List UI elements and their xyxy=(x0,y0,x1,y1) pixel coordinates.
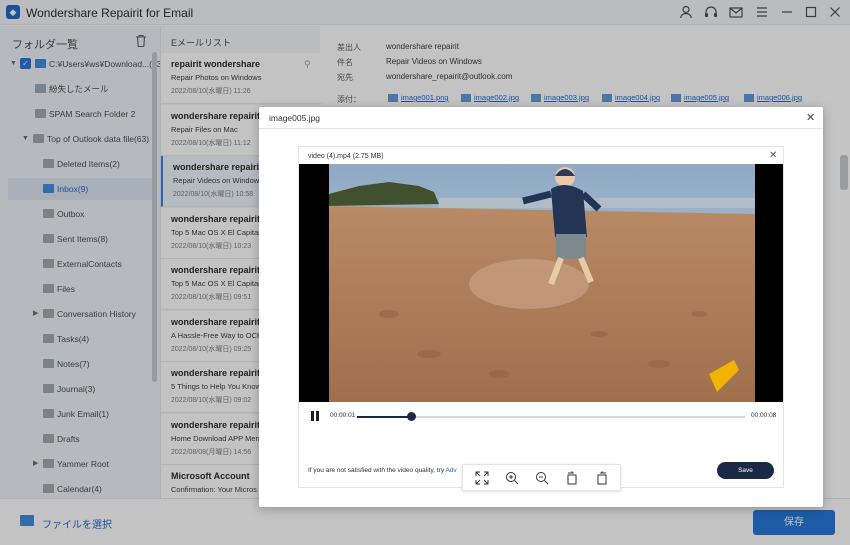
advanced-repair-link[interactable]: Adv xyxy=(446,467,457,474)
quality-text: If you are not satisfied with the video … xyxy=(308,467,445,474)
zoom-out-icon[interactable] xyxy=(535,471,549,485)
pause-icon[interactable] xyxy=(311,411,319,421)
fullscreen-icon[interactable] xyxy=(475,471,489,485)
player-save-button[interactable]: Save xyxy=(717,462,774,479)
rotate-right-icon[interactable] xyxy=(595,471,609,485)
current-time: 00:00:01 xyxy=(330,412,356,419)
total-time: 00:00:08 xyxy=(751,412,777,419)
beach-video-still xyxy=(299,164,783,402)
video-frame[interactable] xyxy=(299,164,783,402)
rotate-left-icon[interactable] xyxy=(565,471,579,485)
close-icon[interactable]: ✕ xyxy=(769,150,777,161)
close-icon[interactable]: ✕ xyxy=(806,111,815,124)
zoom-toolbar xyxy=(462,464,621,491)
dialog-title: image005.jpg xyxy=(269,113,321,123)
video-player: video (4).mp4 (2.75 MB) ✕ 00:00:01 00:00… xyxy=(298,146,784,488)
progress-fill xyxy=(357,416,412,418)
quality-hint: If you are not satisfied with the video … xyxy=(308,467,457,474)
preview-dialog: image005.jpg ✕ video (4).mp4 (2.75 MB) ✕ xyxy=(259,107,823,507)
video-file-title: video (4).mp4 (2.75 MB) xyxy=(308,153,384,160)
divider xyxy=(259,128,823,129)
zoom-in-icon[interactable] xyxy=(505,471,519,485)
progress-knob[interactable] xyxy=(407,412,417,421)
progress-track[interactable] xyxy=(357,412,745,421)
video-controls: 00:00:01 00:00:08 xyxy=(299,402,783,432)
